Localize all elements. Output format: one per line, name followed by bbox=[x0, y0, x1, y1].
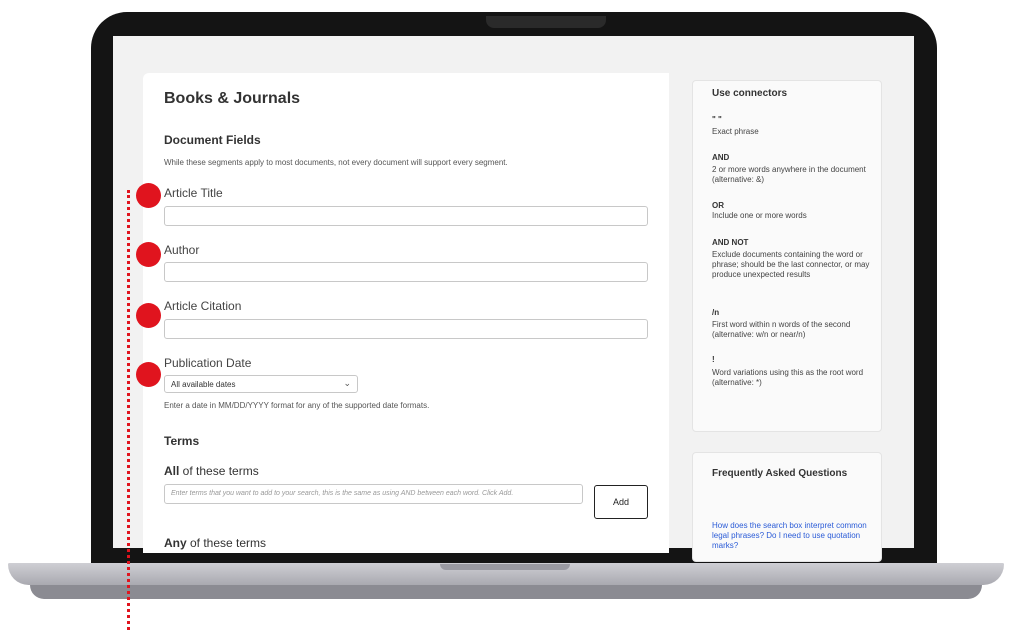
page-title: Books & Journals bbox=[164, 90, 301, 107]
laptop-camera-notch bbox=[486, 16, 606, 28]
faq-heading: Frequently Asked Questions bbox=[712, 468, 848, 479]
all-terms-input[interactable]: Enter terms that you want to add to your… bbox=[164, 484, 583, 504]
article-citation-label: Article Citation bbox=[164, 299, 242, 313]
annotation-marker bbox=[136, 183, 161, 208]
connector-description: First word within n words of the second … bbox=[712, 320, 851, 339]
connector-symbol: ! bbox=[712, 355, 715, 364]
connector-symbol: AND bbox=[712, 153, 730, 162]
all-terms-label: All of these terms bbox=[164, 464, 259, 478]
publication-date-label: Publication Date bbox=[164, 356, 252, 370]
author-input[interactable] bbox=[164, 262, 648, 282]
connector-description: Include one or more words bbox=[712, 211, 807, 220]
any-terms-label: Any of these terms bbox=[164, 536, 266, 550]
date-format-hint: Enter a date in MM/DD/YYYY format for an… bbox=[164, 401, 430, 410]
connector-description: Exact phrase bbox=[712, 127, 759, 136]
article-title-input[interactable] bbox=[164, 206, 648, 226]
document-fields-helper: While these segments apply to most docum… bbox=[164, 158, 508, 167]
connector-symbol: /n bbox=[712, 308, 720, 317]
article-citation-input[interactable] bbox=[164, 319, 648, 339]
author-label: Author bbox=[164, 243, 200, 257]
annotation-marker bbox=[136, 362, 161, 387]
connector-description: 2 or more words anywhere in the document… bbox=[712, 165, 866, 184]
publication-date-select[interactable]: All available dates ⌄ bbox=[164, 375, 358, 393]
connector-symbol: AND NOT bbox=[712, 238, 749, 247]
all-terms-rest: of these terms bbox=[179, 464, 259, 478]
connector-description: Word variations using this as the root w… bbox=[712, 368, 864, 387]
laptop-base-shadow bbox=[30, 585, 982, 599]
add-terms-button[interactable]: Add bbox=[594, 485, 648, 519]
connector-description: Exclude documents containing the word or… bbox=[712, 250, 870, 279]
connectors-heading: Use connectors bbox=[712, 88, 788, 99]
chevron-down-icon: ⌄ bbox=[343, 378, 351, 388]
all-terms-emphasis: All bbox=[164, 464, 180, 478]
connector-symbol: OR bbox=[712, 201, 724, 210]
any-terms-emphasis: Any bbox=[164, 536, 187, 550]
publication-date-value: All available dates bbox=[171, 380, 236, 389]
connector-symbol: " " bbox=[712, 115, 722, 124]
document-fields-heading: Document Fields bbox=[164, 133, 261, 147]
terms-heading: Terms bbox=[164, 434, 200, 448]
annotation-marker bbox=[136, 303, 161, 328]
laptop-base-groove bbox=[440, 564, 570, 570]
annotation-marker bbox=[136, 242, 161, 267]
any-terms-rest: of these terms bbox=[186, 536, 267, 550]
annotation-dotted-line bbox=[127, 190, 130, 630]
faq-link[interactable]: How does the search box interpret common… bbox=[712, 521, 874, 551]
article-title-label: Article Title bbox=[164, 186, 223, 200]
